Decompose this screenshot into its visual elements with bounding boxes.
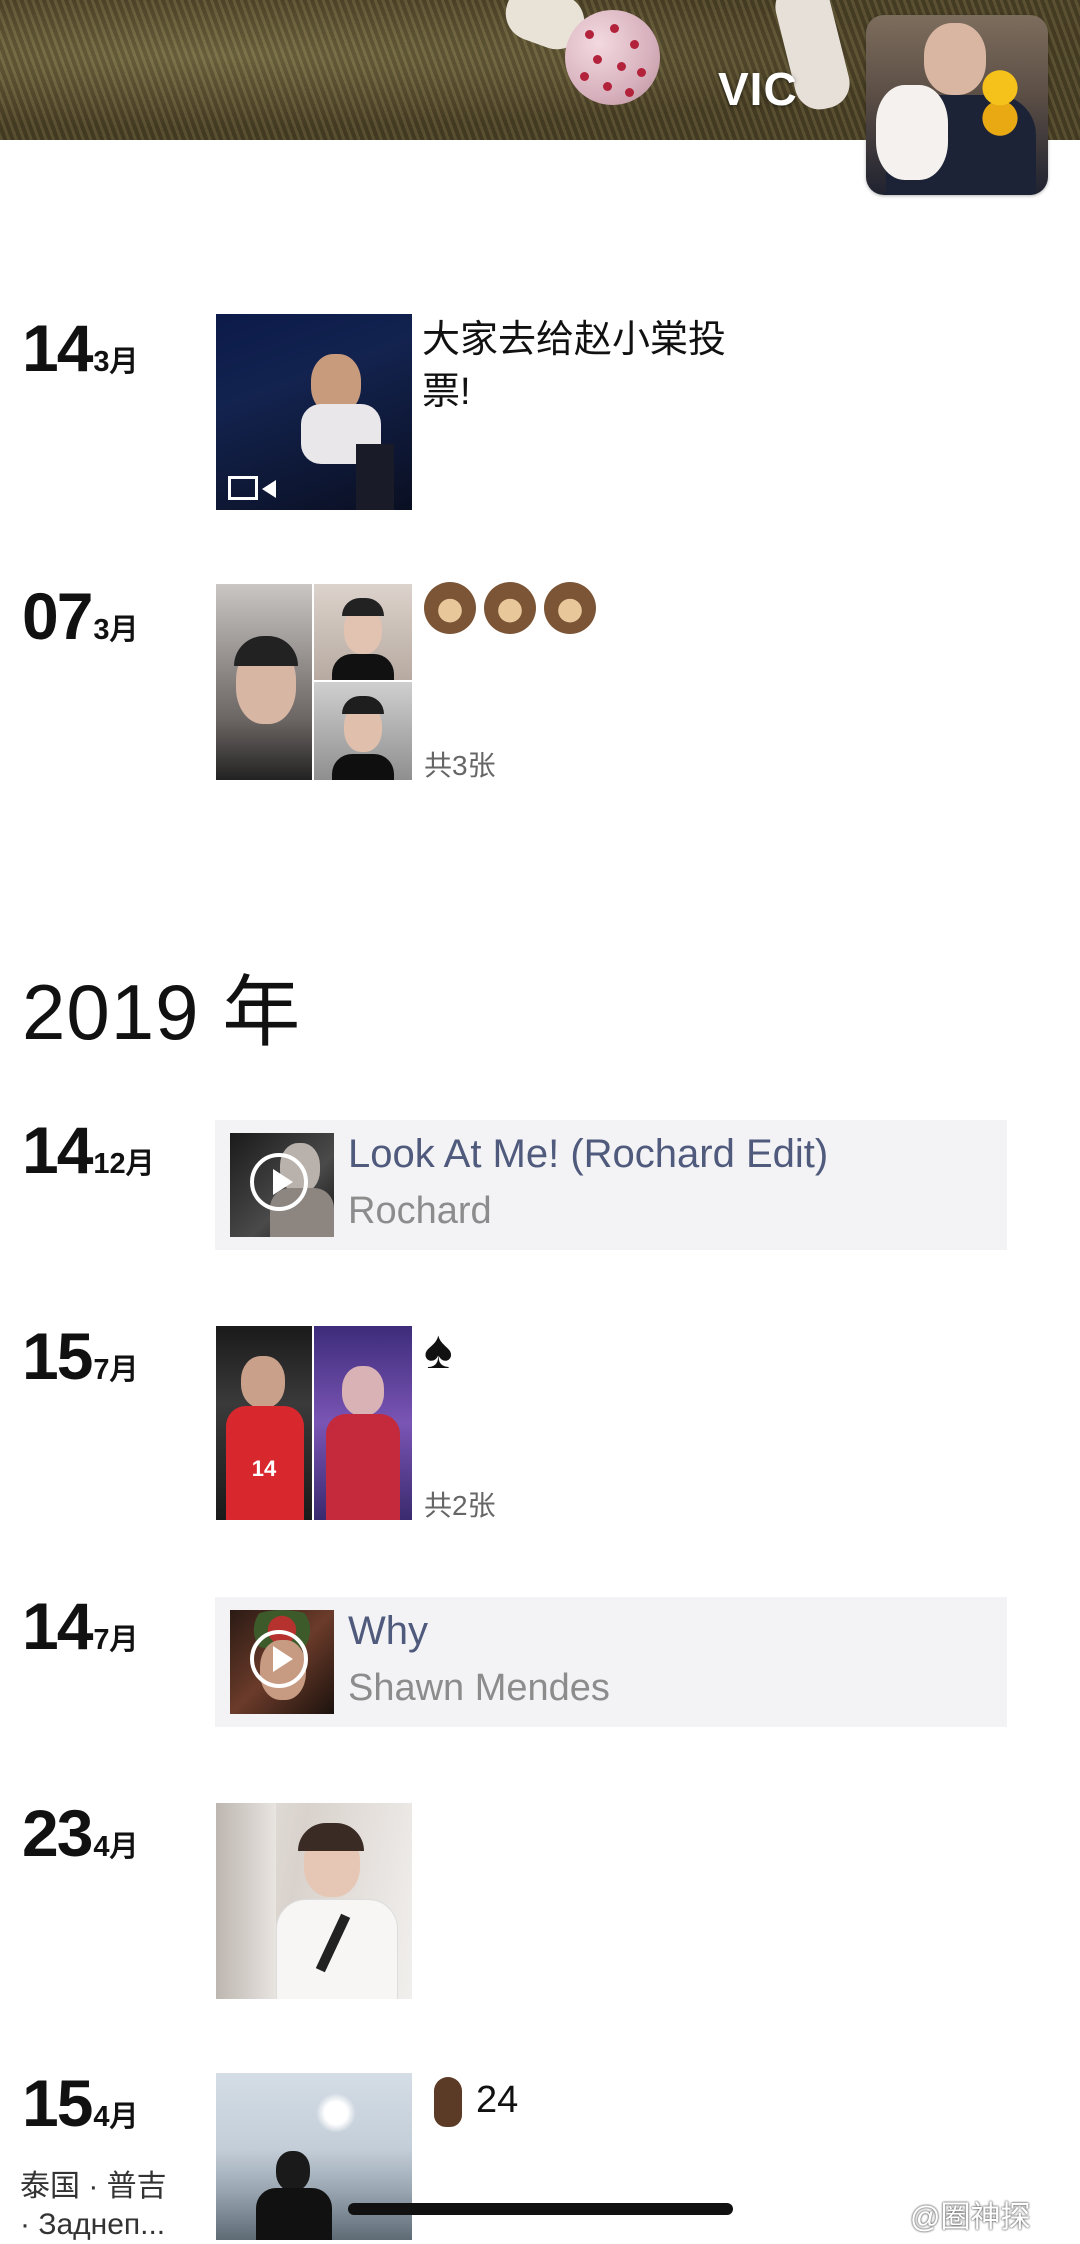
year-header: 2019 年	[22, 968, 302, 1056]
photo-count: 共3张	[424, 750, 496, 781]
post-month: 3月	[93, 614, 139, 646]
post-day: 15	[22, 1319, 93, 1393]
music-artist: Shawn Mendes	[348, 1667, 610, 1709]
post-month: 7月	[93, 1624, 139, 1656]
music-card[interactable]: Look At Me! (Rochard Edit) Rochard	[215, 1120, 1007, 1250]
post-date: 07 3月	[22, 583, 139, 649]
music-title: Look At Me! (Rochard Edit)	[348, 1132, 829, 1176]
post-month: 4月	[93, 2101, 139, 2133]
post-day: 15	[22, 2066, 93, 2140]
post-date: 15 4月	[22, 2070, 139, 2136]
profile-avatar[interactable]	[866, 15, 1048, 195]
album-cover	[230, 1610, 334, 1714]
sloth-emoji-icon	[424, 581, 476, 634]
post-date: 15 7月	[22, 1323, 139, 1389]
post-month: 12月	[93, 1148, 155, 1180]
photo-thumbnail[interactable]	[216, 584, 312, 780]
location-line: 泰国 · 普吉	[20, 2170, 167, 2203]
music-artist: Rochard	[348, 1190, 492, 1232]
album-cover	[230, 1133, 334, 1237]
post-date: 14 12月	[22, 1117, 155, 1183]
post-month: 3月	[93, 346, 139, 378]
footprint-emoji-icon	[434, 2076, 462, 2127]
post-day: 14	[22, 1113, 93, 1187]
post-text-line: 票!	[422, 371, 471, 413]
sloth-emoji-icon	[544, 581, 596, 634]
post-text: ♠	[424, 1320, 453, 1380]
post-day: 07	[22, 579, 93, 653]
post-text-line: 大家去给赵小棠投	[422, 319, 727, 361]
play-icon[interactable]	[250, 1153, 308, 1211]
music-title: Why	[348, 1609, 428, 1653]
location-line: · Заднеп...	[20, 2208, 166, 2241]
play-icon[interactable]	[250, 1630, 308, 1688]
sloth-emoji-icon	[484, 581, 536, 634]
post-day: 14	[22, 311, 93, 385]
post-month: 7月	[93, 1354, 139, 1386]
post-day: 14	[22, 1589, 93, 1663]
photo-thumbnail[interactable]	[314, 1326, 412, 1520]
post-date: 14 7月	[22, 1593, 139, 1659]
photo-count: 共2张	[424, 1490, 496, 1521]
post-date: 23 4月	[22, 1800, 139, 1866]
photo-thumbnail[interactable]: 14	[216, 1326, 312, 1520]
post-emoji-row	[424, 580, 604, 634]
post-month: 4月	[93, 1831, 139, 1863]
video-icon	[228, 476, 276, 500]
post-date: 14 3月	[22, 315, 139, 381]
photo-thumbnail[interactable]	[314, 682, 412, 780]
profile-name: VIC	[718, 63, 798, 115]
photo-thumbnail[interactable]	[314, 584, 412, 680]
post-day: 23	[22, 1796, 93, 1870]
photo-thumbnail[interactable]	[216, 1803, 412, 1999]
home-indicator[interactable]	[348, 2203, 733, 2215]
watermark: @圈神探	[910, 2201, 1031, 2234]
video-thumbnail[interactable]	[216, 314, 412, 510]
post-text: 24	[434, 2074, 518, 2127]
post-text[interactable]: 大家去给赵小棠投 票!	[422, 314, 726, 418]
post-text-value: 24	[476, 2079, 519, 2121]
music-card[interactable]: Why Shawn Mendes	[215, 1597, 1007, 1727]
post-location[interactable]: 泰国 · 普吉 · Заднеп...	[20, 2168, 167, 2244]
